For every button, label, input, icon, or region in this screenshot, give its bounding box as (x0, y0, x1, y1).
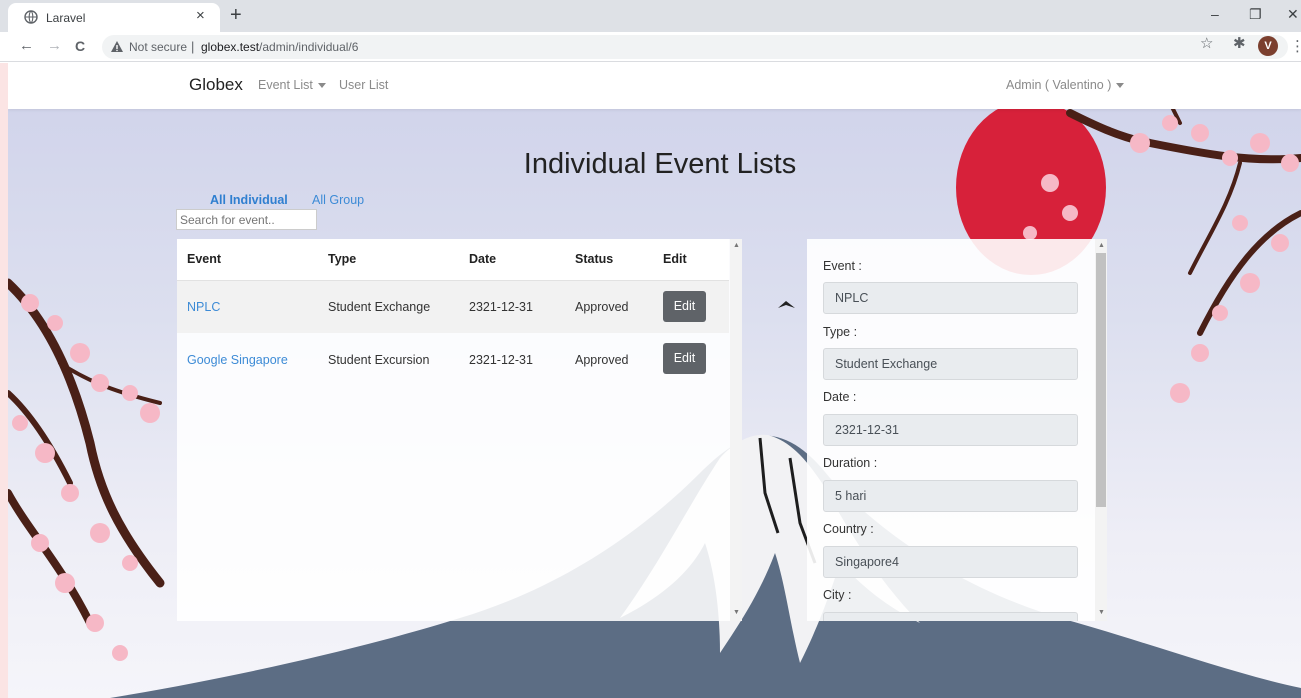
new-tab-icon[interactable]: + (230, 4, 242, 26)
date-label: Date : (823, 390, 857, 404)
scroll-up-icon[interactable]: ▲ (1098, 242, 1105, 249)
country-field[interactable]: Singapore4 (823, 546, 1078, 578)
url-host: globex.test (201, 40, 260, 54)
date-cell: 2321-12-31 (459, 280, 565, 333)
site-navbar: Globex Event List User List Admin ( Vale… (8, 63, 1301, 109)
event-link[interactable]: NPLC (187, 300, 220, 314)
table-row[interactable]: NPLC Student Exchange 2321-12-31 Approve… (177, 280, 729, 333)
nav-user-list[interactable]: User List (339, 78, 388, 92)
duration-field[interactable]: 5 hari (823, 480, 1078, 512)
event-detail-panel: Event : NPLC Type : Student Exchange Dat… (807, 239, 1107, 621)
event-link[interactable]: Google Singapore (187, 353, 288, 367)
filter-all-group[interactable]: All Group (312, 193, 364, 207)
url-separator: | (191, 39, 195, 54)
status-cell: Approved (575, 352, 629, 367)
brand-logo[interactable]: Globex (189, 75, 243, 95)
forward-icon[interactable]: → (47, 37, 62, 55)
minimize-icon[interactable]: – (1211, 6, 1219, 22)
event-search-input[interactable] (176, 209, 317, 230)
column-header-event: Event (177, 239, 318, 281)
browser-toolbar: ← → C Not secure | globex.test/admin/ind… (0, 32, 1301, 62)
city-field[interactable] (823, 612, 1078, 621)
event-cell: Google Singapore (177, 333, 318, 386)
chevron-down-icon (317, 83, 326, 89)
browser-tab-bar: Laravel × + – ❐ ✕ (0, 0, 1301, 32)
event-cell: NPLC (177, 280, 318, 333)
tab-title: Laravel (46, 11, 86, 25)
events-table-panel: Event Type Date Status Edit NPLC Student… (177, 239, 742, 621)
column-header-type: Type (318, 239, 459, 281)
duration-label: Duration : (823, 456, 878, 470)
scroll-up-icon[interactable]: ▲ (733, 242, 740, 249)
nav-event-list-label: Event List (258, 78, 313, 92)
type-cell: Student Excursion (328, 352, 430, 367)
security-label: Not secure (129, 40, 188, 54)
window-close-icon[interactable]: ✕ (1287, 6, 1299, 22)
url-path: /admin/individual/6 (259, 40, 359, 54)
type-label: Type : (823, 325, 858, 339)
back-icon[interactable]: ← (19, 37, 34, 55)
page-title: Individual Event Lists (523, 148, 797, 180)
table-scrollbar[interactable] (730, 239, 742, 621)
date-cell: 2321-12-31 (469, 352, 533, 367)
maximize-icon[interactable]: ❐ (1249, 6, 1262, 22)
scroll-down-icon[interactable]: ▼ (1098, 609, 1105, 616)
scroll-down-icon[interactable]: ▼ (733, 609, 740, 616)
tab-close-icon[interactable]: × (196, 8, 205, 24)
left-edge-strip (0, 63, 8, 698)
table-header-row: Event Type Date Status Edit (177, 239, 729, 281)
extensions-icon[interactable]: ✱ (1233, 35, 1246, 53)
bookmark-star-icon[interactable]: ☆ (1200, 35, 1213, 53)
edit-cell: Edit (653, 333, 729, 386)
city-label: City : (823, 588, 852, 602)
chevron-down-icon (1116, 83, 1125, 89)
event-label: Event : (823, 259, 862, 273)
column-header-status: Status (565, 239, 653, 281)
country-label: Country : (823, 522, 874, 536)
type-cell: Student Exchange (318, 280, 459, 333)
column-header-edit: Edit (653, 239, 729, 281)
warning-icon (111, 41, 123, 52)
account-menu[interactable]: Admin ( Valentino ) (1006, 78, 1125, 92)
date-field[interactable]: 2321-12-31 (823, 414, 1078, 446)
browser-menu-icon[interactable]: ⋮ (1290, 37, 1301, 55)
type-field[interactable]: Student Exchange (823, 348, 1078, 380)
edit-cell: Edit (653, 280, 729, 333)
status-cell: Approved (565, 280, 653, 333)
events-table: Event Type Date Status Edit NPLC Student… (177, 239, 729, 386)
detail-scrollbar-thumb[interactable] (1096, 253, 1106, 507)
profile-avatar[interactable]: V (1258, 36, 1278, 56)
filter-all-individual[interactable]: All Individual (210, 193, 288, 207)
reload-icon[interactable]: C (75, 37, 85, 55)
edit-button[interactable]: Edit (663, 290, 706, 322)
nav-event-list[interactable]: Event List (258, 78, 326, 92)
page-viewport: Globex Event List User List Admin ( Vale… (0, 63, 1301, 698)
address-bar[interactable]: Not secure | globex.test/admin/individua… (102, 35, 1288, 59)
event-field[interactable]: NPLC (823, 282, 1078, 314)
column-header-date: Date (459, 239, 565, 281)
account-label: Admin ( Valentino ) (1006, 78, 1112, 92)
browser-tab[interactable]: Laravel × (8, 3, 220, 32)
edit-button[interactable]: Edit (663, 343, 706, 374)
url-text[interactable]: globex.test/admin/individual/6 (201, 40, 358, 54)
table-row[interactable]: Google Singapore Student Excursion 2321-… (177, 333, 729, 386)
globe-icon (24, 10, 38, 24)
